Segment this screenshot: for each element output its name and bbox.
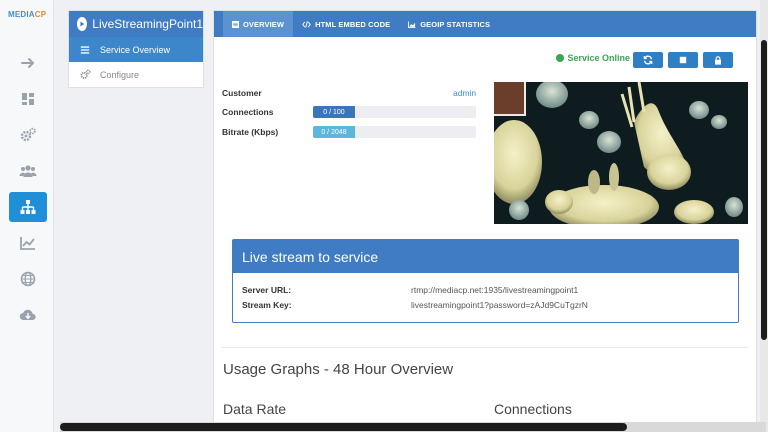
- menu-item-service-overview[interactable]: Service Overview: [69, 37, 203, 62]
- service-menu: LiveStreamingPoint1 Service Overview Con…: [68, 10, 204, 88]
- tab-label: HTML EMBED CODE: [315, 19, 391, 29]
- stop-button[interactable]: [668, 52, 698, 68]
- lock-button[interactable]: [703, 52, 733, 68]
- list-icon: [232, 20, 239, 28]
- jellyfish-video-frame: [494, 82, 748, 224]
- users-icon[interactable]: [9, 156, 47, 186]
- server-url-label: Server URL:: [242, 285, 292, 295]
- section-divider: [222, 347, 748, 348]
- stream-key-label: Stream Key:: [242, 300, 292, 310]
- bitrate-label: Bitrate (Kbps): [222, 127, 279, 137]
- chart-icon[interactable]: [9, 228, 47, 258]
- menu-header: LiveStreamingPoint1: [69, 11, 203, 37]
- icon-rail: MEDIACP: [0, 0, 54, 432]
- lock-icon: [715, 55, 721, 65]
- menu-item-label: Service Overview: [100, 44, 171, 55]
- vertical-scrollbar[interactable]: [760, 0, 768, 432]
- connections-heading: Connections: [494, 401, 572, 417]
- server-url-value[interactable]: rtmp://mediacp.net:1935/livestreamingpoi…: [411, 285, 578, 295]
- menu-item-label: Configure: [100, 69, 140, 80]
- menu-item-configure[interactable]: Configure: [69, 62, 203, 87]
- usage-graphs-heading: Usage Graphs - 48 Hour Overview: [223, 361, 454, 378]
- stop-icon: [679, 56, 687, 64]
- arrow-right-icon[interactable]: [9, 48, 47, 78]
- bars-icon: [79, 45, 91, 55]
- brand-logo[interactable]: MEDIACP: [8, 10, 46, 19]
- connections-progress-fill: 0 / 100: [313, 106, 355, 118]
- area-chart-icon: [408, 20, 416, 28]
- dashboard-icon[interactable]: [9, 84, 47, 114]
- gears-icon[interactable]: [9, 120, 47, 150]
- status-dot-icon: [556, 54, 565, 62]
- service-title: LiveStreamingPoint1: [92, 17, 203, 31]
- bitrate-progress-fill: 0 / 2048: [313, 126, 355, 138]
- service-status: Service Online: [556, 53, 630, 63]
- video-player[interactable]: [494, 82, 748, 224]
- tab-geoip-statistics[interactable]: GEOIP STATISTICS: [399, 11, 499, 37]
- tab-overview[interactable]: OVERVIEW: [223, 11, 294, 37]
- data-rate-heading: Data Rate: [223, 401, 287, 417]
- brand-name-accent: CP: [34, 10, 47, 19]
- tab-html-embed-code[interactable]: HTML EMBED CODE: [293, 11, 399, 37]
- video-thumbnail: [494, 82, 526, 116]
- main-panel: OVERVIEW HTML EMBED CODE GEOIP STATISTIC…: [213, 10, 757, 432]
- play-icon: [77, 17, 88, 31]
- restart-button[interactable]: [633, 52, 663, 68]
- customer-link[interactable]: admin: [453, 88, 476, 98]
- gears-icon: [79, 69, 91, 80]
- bitrate-progress: 0 / 2048: [313, 126, 476, 138]
- tab-label: OVERVIEW: [243, 19, 285, 29]
- status-label: Service Online: [567, 53, 630, 63]
- stream-key-value[interactable]: livestreamingpoint1?password=zAJd9CuTgzr…: [411, 300, 588, 310]
- connections-label: Connections: [222, 107, 274, 117]
- tab-bar: OVERVIEW HTML EMBED CODE GEOIP STATISTIC…: [214, 11, 756, 37]
- sitemap-icon[interactable]: [9, 192, 47, 222]
- cloud-download-icon[interactable]: [9, 300, 47, 330]
- horizontal-scrollbar-thumb[interactable]: [60, 423, 627, 431]
- connections-progress: 0 / 100: [313, 106, 476, 118]
- code-icon: [302, 20, 311, 28]
- brand-name: MEDIA: [8, 10, 35, 19]
- customer-label: Customer: [222, 88, 262, 98]
- horizontal-scrollbar[interactable]: [60, 422, 766, 432]
- vertical-scrollbar-thumb[interactable]: [761, 40, 767, 340]
- refresh-icon: [643, 55, 653, 65]
- globe-icon[interactable]: [9, 264, 47, 294]
- live-stream-title: Live stream to service: [233, 240, 738, 273]
- tab-label: GEOIP STATISTICS: [420, 19, 491, 29]
- live-stream-panel: Live stream to service Server URL: rtmp:…: [232, 239, 739, 323]
